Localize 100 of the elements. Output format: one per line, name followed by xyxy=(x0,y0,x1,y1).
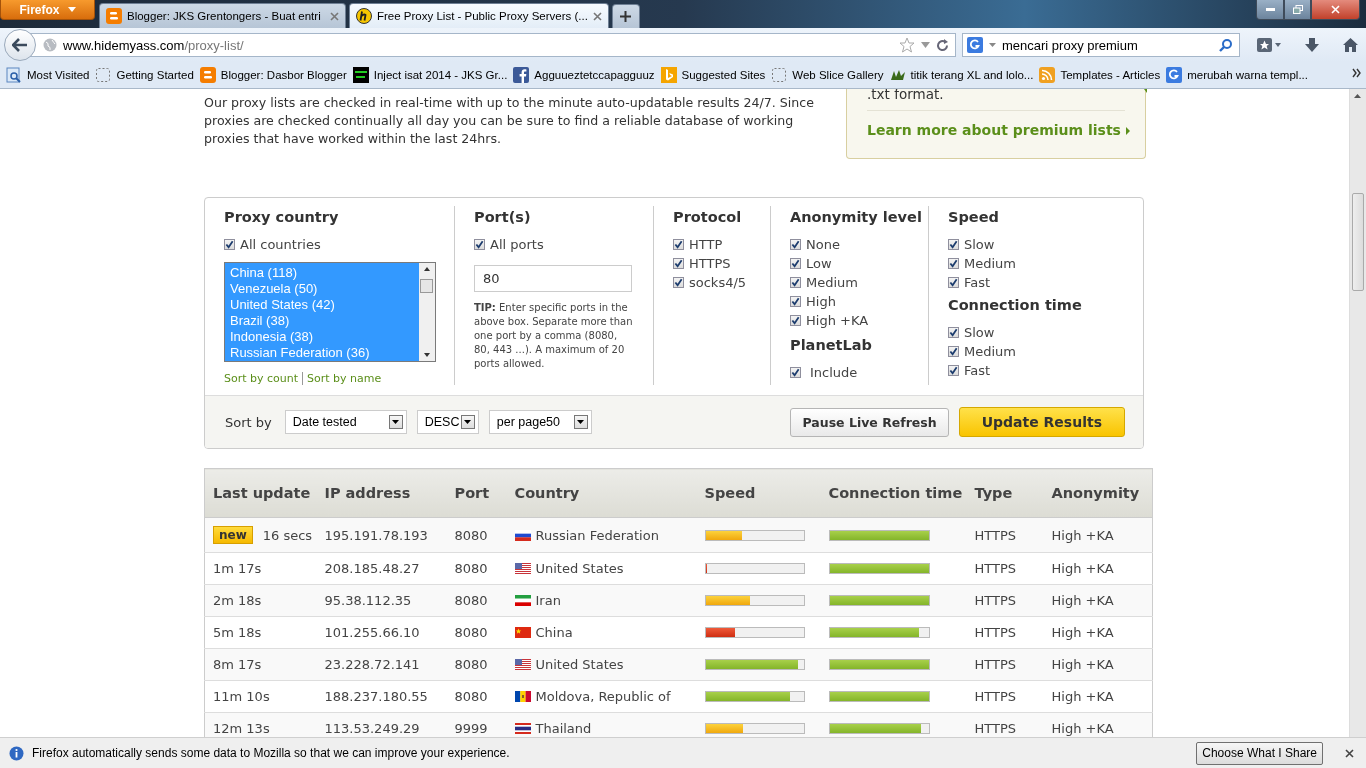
table-cell: 23.228.72.141 xyxy=(324,657,420,672)
table-cell: HTTPS xyxy=(974,721,1017,736)
column-header[interactable]: Speed xyxy=(704,485,756,501)
restore-icon xyxy=(1292,5,1303,14)
bookmark-item[interactable]: Suggested Sites xyxy=(659,67,767,83)
checkbox-label: High xyxy=(806,294,836,309)
checkbox[interactable] xyxy=(948,327,959,338)
table-cell: United States xyxy=(535,657,624,672)
address-bar[interactable]: www.hidemyass.com/proxy-list/ xyxy=(30,33,956,57)
reload-icon[interactable] xyxy=(936,38,949,52)
close-window-button[interactable] xyxy=(1311,0,1360,20)
star-icon[interactable] xyxy=(899,37,915,53)
checkbox[interactable] xyxy=(474,239,485,250)
download-icon[interactable] xyxy=(1304,37,1320,53)
checkbox[interactable] xyxy=(224,239,235,250)
dropdown-icon[interactable] xyxy=(921,42,930,48)
search-icon[interactable] xyxy=(1219,38,1233,52)
table-cell: 11m 10s xyxy=(213,689,270,704)
update-results-button[interactable]: Update Results xyxy=(958,407,1125,437)
sort-label: Sort by xyxy=(225,414,272,430)
sort-link[interactable]: Sort by name xyxy=(302,372,382,385)
browser-tab[interactable]: Free Proxy List - Public Proxy Servers (... xyxy=(349,3,609,28)
flag-icon xyxy=(514,563,531,574)
sort-dropdown[interactable]: per page50 xyxy=(488,410,592,434)
table-cell: 8080 xyxy=(454,561,488,576)
bookmark-item[interactable]: Templates - Articles xyxy=(1038,67,1162,83)
checkbox-label: All ports xyxy=(490,237,544,252)
bookmark-item[interactable]: Agguueztetccapagguuz xyxy=(512,67,656,83)
restore-button[interactable] xyxy=(1284,0,1311,20)
back-arrow-icon xyxy=(12,38,28,52)
close-icon[interactable] xyxy=(592,11,602,21)
scrollbar-thumb[interactable] xyxy=(1352,193,1364,291)
tip-text: TIP: Enter specific ports in the above box. Separate more than one port by a comma (8080, 80, 443 ...). A maximum of 20 ports allowed. xyxy=(474,301,634,371)
bookmark-item[interactable]: Getting Started xyxy=(94,67,195,83)
table-cell: 195.191.78.193 xyxy=(324,527,428,543)
new-tab-button[interactable] xyxy=(611,4,640,28)
checkbox[interactable] xyxy=(673,258,684,269)
search-field[interactable]: mencari proxy premium xyxy=(962,33,1240,57)
port-field[interactable]: 80 xyxy=(474,265,632,292)
bookmark-item[interactable]: merubah warna templ... xyxy=(1165,67,1309,83)
bookmark-item[interactable]: Most Visited xyxy=(5,67,91,83)
checkbox[interactable] xyxy=(790,277,801,288)
checkbox[interactable] xyxy=(790,258,801,269)
checkbox[interactable] xyxy=(673,239,684,250)
checkbox-label: Medium xyxy=(806,275,858,290)
column-header[interactable]: Type xyxy=(974,485,1013,501)
scrollbar-thumb[interactable] xyxy=(420,279,433,293)
browser-tab[interactable]: Blogger: JKS Grentongers - Buat entri xyxy=(99,3,346,28)
table-cell: 95.38.112.35 xyxy=(324,593,412,608)
chevron-icon[interactable] xyxy=(1352,68,1362,78)
scrollbar[interactable] xyxy=(1349,89,1366,737)
close-icon[interactable] xyxy=(1345,748,1354,758)
bookmark-item[interactable]: Inject isat 2014 - JKS Gr... xyxy=(351,67,509,83)
caret-icon xyxy=(67,7,76,12)
chevron-icon xyxy=(1125,127,1130,135)
back-button[interactable] xyxy=(4,29,36,61)
home-icon[interactable] xyxy=(1342,37,1359,53)
table-cell: 12m 13s xyxy=(213,721,270,736)
checkbox-label: Slow xyxy=(964,325,995,340)
checkbox[interactable] xyxy=(948,346,959,357)
up-arrow-icon[interactable] xyxy=(1354,94,1361,98)
sort-dropdown[interactable]: DESC xyxy=(416,410,479,434)
table-cell: 8080 xyxy=(454,527,488,543)
table-cell: HTTPS xyxy=(974,657,1017,672)
checkbox-label: Low xyxy=(806,256,832,271)
bookmarks-menu-icon[interactable] xyxy=(1256,37,1282,53)
bookmark-item[interactable]: Web Slice Gallery xyxy=(770,67,885,83)
table-cell: HTTPS xyxy=(974,593,1017,608)
dropdown-icon[interactable] xyxy=(989,43,996,47)
blogger-icon xyxy=(199,67,216,83)
new-badge: new xyxy=(213,526,253,544)
checkbox[interactable] xyxy=(790,367,801,378)
table-cell: 2m 18s xyxy=(213,593,262,608)
terminal-icon xyxy=(352,67,369,83)
google-icon xyxy=(967,37,983,53)
checkbox-label: High +KA xyxy=(806,313,869,328)
checkbox[interactable] xyxy=(673,277,684,288)
column-header[interactable]: Port xyxy=(454,485,490,501)
table-cell: 101.255.66.10 xyxy=(324,625,420,640)
bookmark-item[interactable]: Blogger: Dasbor Blogger xyxy=(198,67,348,83)
checkbox[interactable] xyxy=(790,296,801,307)
table-cell: 1m 17s xyxy=(213,561,262,576)
checkbox[interactable] xyxy=(790,315,801,326)
minimize-button[interactable] xyxy=(1256,0,1284,20)
sort-dropdown[interactable]: Date tested xyxy=(284,410,407,434)
sort-link[interactable]: Sort by count xyxy=(224,372,299,385)
checkbox[interactable] xyxy=(948,365,959,376)
checkbox[interactable] xyxy=(948,277,959,288)
premium-link[interactable]: Learn more about premium lists xyxy=(867,122,1130,138)
choose-share-button[interactable]: Choose What I Share xyxy=(1196,741,1323,765)
checkbox[interactable] xyxy=(948,258,959,269)
pause-refresh-button[interactable]: Pause Live Refresh xyxy=(790,407,949,437)
table-cell: 113.53.249.29 xyxy=(324,721,420,736)
logo-icon xyxy=(356,8,372,24)
bookmark-item[interactable]: titik terang XL and lolo... xyxy=(888,67,1035,83)
table-cell: HTTPS xyxy=(974,561,1017,576)
column-header[interactable]: Country xyxy=(514,485,580,501)
facebook-icon xyxy=(513,67,530,83)
checkbox[interactable] xyxy=(790,239,801,250)
checkbox[interactable] xyxy=(948,239,959,250)
